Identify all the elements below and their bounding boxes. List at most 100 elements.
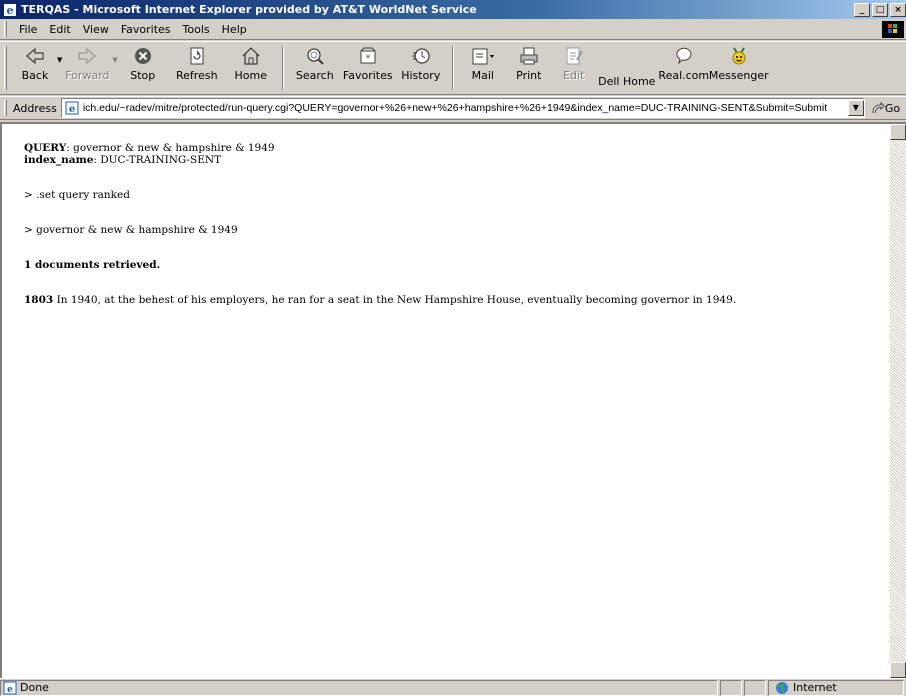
result-item: 1803 In 1940, at the behest of his emplo… xyxy=(24,294,868,306)
zone-text: Internet xyxy=(793,681,837,694)
address-grip xyxy=(4,100,7,116)
mail-label: Mail xyxy=(471,69,494,82)
realcom-button[interactable]: Real.com xyxy=(658,42,710,92)
mail-button[interactable]: Mail xyxy=(460,42,506,92)
favorites-button[interactable]: * Favorites xyxy=(340,42,396,92)
page-viewport: QUERY: governor & new & hampshire & 1949… xyxy=(0,122,906,678)
go-label: Go xyxy=(884,101,901,115)
svg-text:e: e xyxy=(69,104,75,115)
print-label: Print xyxy=(516,69,542,82)
command-query: > governor & new & hampshire & 1949 xyxy=(24,224,238,236)
page-icon: e xyxy=(64,100,80,116)
query-block: QUERY: governor & new & hampshire & 1949… xyxy=(24,142,868,166)
toolbar-separator xyxy=(281,46,284,90)
query-value: : governor & new & hampshire & 1949 xyxy=(66,142,275,154)
standard-toolbar: Back ▼ Forward ▼ Stop Refresh Home Searc… xyxy=(0,41,906,95)
forward-label: Forward xyxy=(65,69,110,82)
address-label: Address xyxy=(13,101,57,115)
messenger-label: Messenger xyxy=(708,69,769,82)
ie-icon: e xyxy=(2,2,18,18)
forward-arrow-icon xyxy=(78,47,97,65)
refresh-label: Refresh xyxy=(176,69,218,82)
index-name-label: index_name xyxy=(24,154,94,166)
back-button[interactable]: Back xyxy=(13,42,57,92)
edit-icon xyxy=(566,47,583,65)
command-set-query: > .set query ranked xyxy=(24,189,130,201)
svg-text:*: * xyxy=(366,54,371,64)
favorites-label: Favorites xyxy=(342,69,393,82)
address-dropdown-icon[interactable]: ▼ xyxy=(847,100,864,116)
page-content: QUERY: governor & new & hampshire & 1949… xyxy=(2,124,890,678)
history-label: History xyxy=(401,69,441,82)
address-input[interactable]: e ich.edu/~radev/mitre/protected/run-que… xyxy=(60,98,865,118)
toolbar-grip xyxy=(4,46,7,90)
retrieved-count: 1 documents retrieved. xyxy=(24,259,868,271)
status-pane-secure xyxy=(744,679,766,696)
title-bar: e TERQAS - Microsoft Internet Explorer p… xyxy=(0,0,906,19)
address-url[interactable]: ich.edu/~radev/mitre/protected/run-query… xyxy=(83,102,848,114)
home-icon xyxy=(242,47,260,65)
svg-text:e: e xyxy=(7,4,14,17)
windows-logo-icon xyxy=(882,21,904,38)
search-button[interactable]: Search xyxy=(290,42,340,92)
history-icon xyxy=(411,48,430,64)
vertical-scrollbar[interactable] xyxy=(890,124,906,678)
stop-icon xyxy=(134,48,151,64)
edit-button[interactable]: Edit xyxy=(552,42,596,92)
realcom-icon xyxy=(676,47,692,65)
address-bar: Address e ich.edu/~radev/mitre/protected… xyxy=(0,96,906,120)
menu-bar: File Edit View Favorites Tools Help xyxy=(0,19,906,40)
menu-view[interactable]: View xyxy=(77,23,115,36)
window-title: TERQAS - Microsoft Internet Explorer pro… xyxy=(21,3,477,16)
retrieved-text: 1 documents retrieved. xyxy=(24,259,161,271)
status-zone-pane: Internet xyxy=(768,679,904,696)
status-bar: e Done Internet xyxy=(0,678,906,696)
dell-home-button[interactable]: Dell Home xyxy=(596,42,658,92)
dell-home-label: Dell Home xyxy=(598,75,656,88)
menu-favorites[interactable]: Favorites xyxy=(115,23,177,36)
scroll-up-button[interactable] xyxy=(890,124,906,140)
stop-label: Stop xyxy=(130,69,156,82)
stop-button[interactable]: Stop xyxy=(118,42,168,92)
back-label: Back xyxy=(21,69,49,82)
menu-help[interactable]: Help xyxy=(216,23,253,36)
realcom-label: Real.com xyxy=(658,69,710,82)
back-arrow-icon xyxy=(26,47,44,65)
go-button[interactable]: Go xyxy=(871,101,900,115)
status-pane-progress xyxy=(720,679,742,696)
forward-button[interactable]: Forward xyxy=(62,42,112,92)
minimize-button[interactable]: _ xyxy=(854,2,870,17)
svg-text:e: e xyxy=(7,685,13,695)
status-main-pane: e Done xyxy=(0,679,718,696)
favorites-icon: * xyxy=(360,47,376,64)
scroll-down-button[interactable] xyxy=(890,662,906,678)
refresh-button[interactable]: Refresh xyxy=(168,42,226,92)
result-text: In 1940, at the behest of his employers,… xyxy=(53,294,737,306)
menu-file[interactable]: File xyxy=(13,23,43,36)
go-arrow-icon xyxy=(872,101,885,114)
messenger-button[interactable]: Messenger xyxy=(708,42,769,92)
history-button[interactable]: History xyxy=(396,42,446,92)
internet-globe-icon xyxy=(775,681,789,695)
query-label: QUERY xyxy=(24,142,67,154)
refresh-icon xyxy=(190,47,204,65)
print-button[interactable]: Print xyxy=(506,42,552,92)
home-label: Home xyxy=(234,69,268,82)
page-done-icon: e xyxy=(3,681,17,695)
close-button[interactable]: × xyxy=(890,2,906,17)
print-icon xyxy=(520,47,538,65)
search-label: Search xyxy=(295,69,334,82)
maximize-button[interactable]: □ xyxy=(872,2,888,17)
menu-grip xyxy=(4,21,7,37)
search-icon xyxy=(307,48,324,65)
toolbar-separator xyxy=(451,46,454,90)
menu-edit[interactable]: Edit xyxy=(43,23,76,36)
index-name-value: : DUC-TRAINING-SENT xyxy=(93,154,222,166)
mail-icon xyxy=(472,48,494,65)
home-button[interactable]: Home xyxy=(226,42,276,92)
messenger-icon xyxy=(732,47,746,65)
status-text: Done xyxy=(20,681,49,694)
edit-label: Edit xyxy=(563,69,585,82)
menu-tools[interactable]: Tools xyxy=(177,23,216,36)
result-id: 1803 xyxy=(24,294,54,306)
